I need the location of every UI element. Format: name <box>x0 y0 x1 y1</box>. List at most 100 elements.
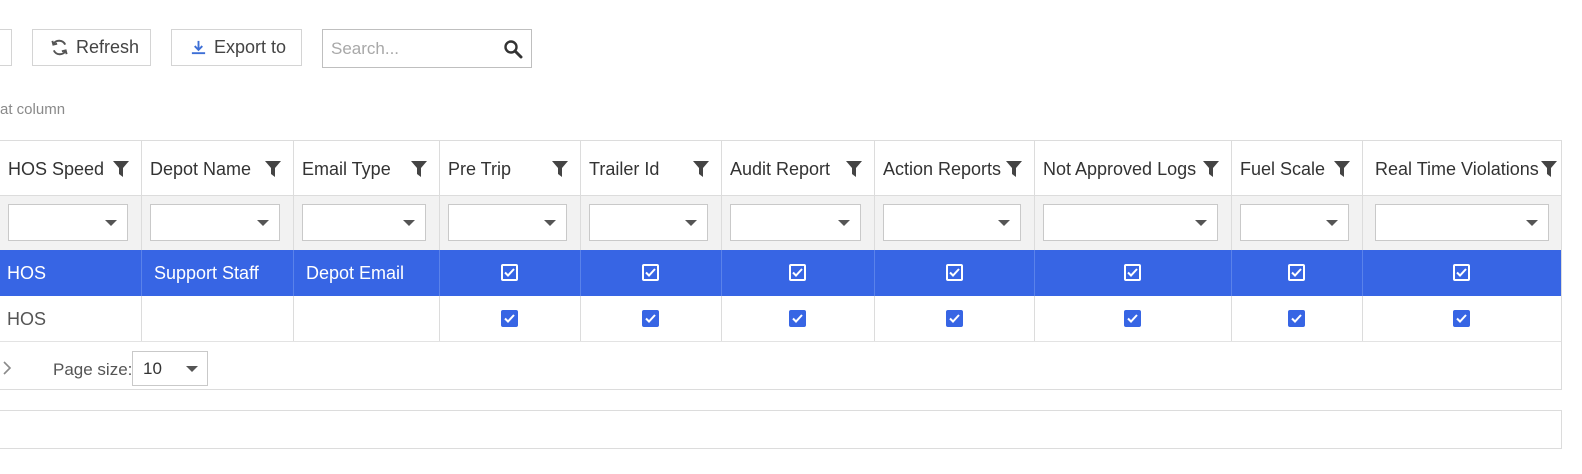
filter-cell <box>439 196 580 250</box>
table-cell <box>580 296 721 341</box>
column-header-audit-report[interactable]: Audit Report <box>721 141 874 195</box>
check-icon <box>1127 268 1138 277</box>
filter-cell <box>874 196 1034 250</box>
check-icon <box>1291 314 1302 323</box>
table-cell <box>580 250 721 296</box>
table-cell <box>1034 250 1231 296</box>
table-cell <box>439 250 580 296</box>
filter-icon[interactable] <box>1203 161 1219 178</box>
fuel-scale-checkbox[interactable] <box>1288 264 1305 281</box>
filter-dropdown[interactable] <box>589 204 708 241</box>
check-icon <box>1456 268 1467 277</box>
fuel-scale-checkbox[interactable] <box>1288 310 1305 327</box>
check-icon <box>645 268 656 277</box>
refresh-button[interactable]: Refresh <box>32 29 151 66</box>
not-approved-logs-checkbox[interactable] <box>1124 264 1141 281</box>
filter-dropdown[interactable] <box>883 204 1021 241</box>
column-header-hos-speed[interactable]: HOS Speed <box>0 141 141 195</box>
page-size-select[interactable]: 10 <box>132 351 208 386</box>
column-header-label: Email Type <box>302 159 391 179</box>
toolbar-button-partial[interactable] <box>0 29 12 66</box>
pager: Page size: 10 <box>0 350 1561 390</box>
column-header-label: Pre Trip <box>448 159 512 179</box>
filter-dropdown[interactable] <box>1375 204 1549 241</box>
table-cell <box>1231 296 1362 341</box>
page-size-value: 10 <box>143 359 162 378</box>
table-row[interactable]: HOS <box>0 296 1561 342</box>
filter-dropdown[interactable] <box>302 204 426 241</box>
filter-icon[interactable] <box>1334 161 1350 178</box>
chevron-right-icon[interactable] <box>2 360 12 376</box>
table-row-selected[interactable]: HOS Support Staff Depot Email <box>0 250 1561 296</box>
table-cell: HOS <box>0 296 141 341</box>
column-header-fuel-scale[interactable]: Fuel Scale <box>1231 141 1362 195</box>
chevron-down-icon <box>186 366 198 372</box>
cell-depot-name: Support Staff <box>154 263 259 283</box>
column-header-depot-name[interactable]: Depot Name <box>141 141 293 195</box>
audit-report-checkbox[interactable] <box>789 264 806 281</box>
search-icon[interactable] <box>503 39 523 59</box>
filter-icon[interactable] <box>552 161 568 178</box>
filter-icon[interactable] <box>846 161 862 178</box>
search-input[interactable] <box>329 38 503 60</box>
trailer-id-checkbox[interactable] <box>642 264 659 281</box>
table-cell: Support Staff <box>141 250 293 296</box>
pre-trip-checkbox[interactable] <box>501 310 518 327</box>
filter-cell <box>580 196 721 250</box>
column-header-action-reports[interactable]: Action Reports <box>874 141 1034 195</box>
chevron-down-icon <box>544 220 556 226</box>
filter-dropdown[interactable] <box>8 204 128 241</box>
chevron-down-icon <box>1526 220 1538 226</box>
table-cell: HOS <box>0 250 141 296</box>
filter-dropdown[interactable] <box>730 204 861 241</box>
real-time-violations-checkbox[interactable] <box>1453 264 1470 281</box>
chevron-down-icon <box>403 220 415 226</box>
chevron-down-icon <box>838 220 850 226</box>
column-header-trailer-id[interactable]: Trailer Id <box>580 141 721 195</box>
real-time-violations-checkbox[interactable] <box>1453 310 1470 327</box>
table-cell <box>1034 296 1231 341</box>
column-header-not-approved-logs[interactable]: Not Approved Logs <box>1034 141 1231 195</box>
filter-icon[interactable] <box>411 161 427 178</box>
chevron-down-icon <box>257 220 269 226</box>
filter-icon[interactable] <box>265 161 281 178</box>
not-approved-logs-checkbox[interactable] <box>1124 310 1141 327</box>
filter-cell <box>1362 196 1561 250</box>
group-panel-hint: at column <box>0 101 66 118</box>
column-header-real-time-violations[interactable]: Real Time Violations <box>1362 141 1561 195</box>
filter-cell <box>293 196 439 250</box>
table-cell <box>439 296 580 341</box>
table-cell <box>1362 296 1561 341</box>
refresh-button-label: Refresh <box>76 37 140 57</box>
cell-hos-speed: HOS <box>7 309 47 329</box>
filter-dropdown[interactable] <box>150 204 280 241</box>
column-header-email-type[interactable]: Email Type <box>293 141 439 195</box>
filter-icon[interactable] <box>113 161 129 178</box>
filter-dropdown[interactable] <box>448 204 567 241</box>
filter-icon[interactable] <box>693 161 709 178</box>
page-size-label: Page size: <box>53 360 133 379</box>
action-reports-checkbox[interactable] <box>945 310 963 327</box>
chevron-down-icon <box>998 220 1010 226</box>
trailer-id-checkbox[interactable] <box>642 310 659 327</box>
action-reports-checkbox[interactable] <box>945 264 963 281</box>
column-header-pre-trip[interactable]: Pre Trip <box>439 141 580 195</box>
refresh-icon <box>51 39 68 56</box>
filter-dropdown[interactable] <box>1240 204 1349 241</box>
pre-trip-checkbox[interactable] <box>501 264 518 281</box>
check-icon <box>1291 268 1302 277</box>
search-box <box>322 29 532 68</box>
table-cell <box>721 296 874 341</box>
table-cell <box>874 296 1034 341</box>
check-icon <box>948 314 960 323</box>
filter-icon[interactable] <box>1541 161 1557 178</box>
column-header-label: Fuel Scale <box>1240 159 1326 179</box>
filter-icon[interactable] <box>1006 161 1022 178</box>
check-icon <box>792 268 803 277</box>
export-button[interactable]: Export to <box>171 29 302 66</box>
download-icon <box>191 40 206 55</box>
chevron-down-icon <box>685 220 697 226</box>
filter-dropdown[interactable] <box>1043 204 1218 241</box>
filter-cell <box>721 196 874 250</box>
audit-report-checkbox[interactable] <box>789 310 806 327</box>
